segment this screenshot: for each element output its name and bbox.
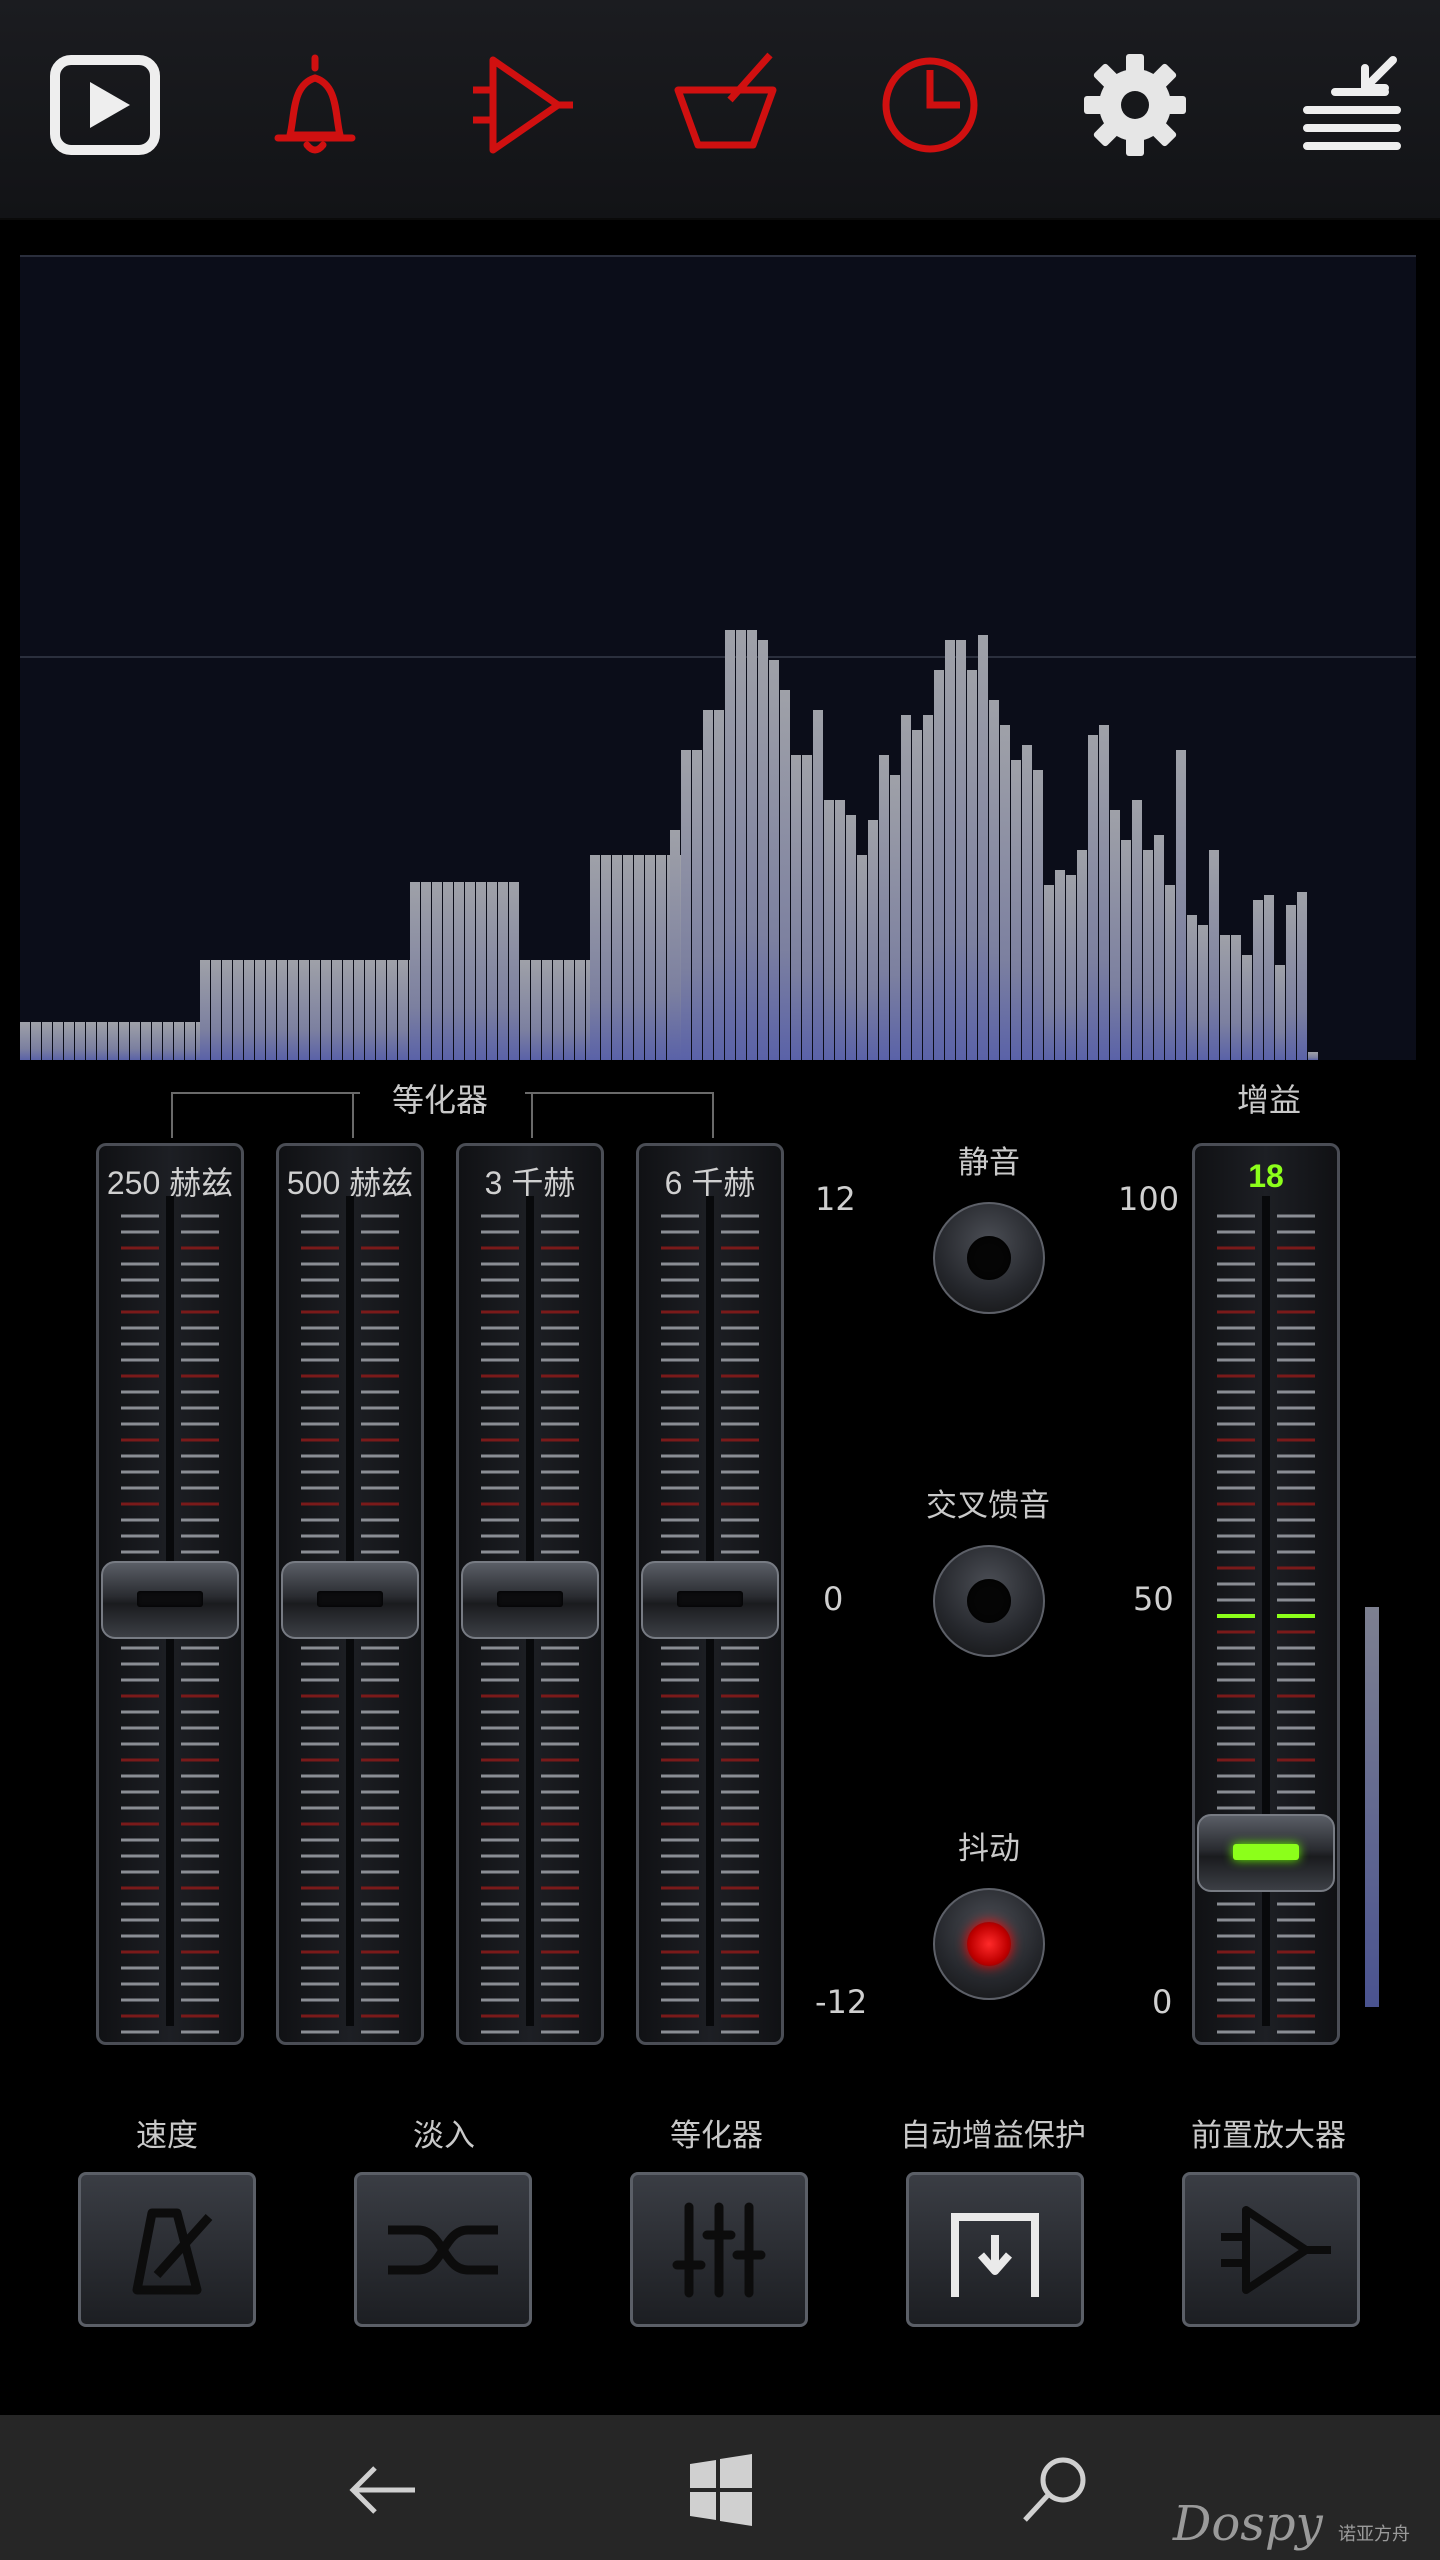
eq-slider-6khz[interactable]: 6 千赫 <box>636 1143 784 2045</box>
watermark: Dospy 诺亚方舟 <box>1173 2496 1410 2552</box>
dither-label: 抖动 <box>958 1831 1020 1867</box>
windows-icon[interactable] <box>680 2450 760 2530</box>
spectrum-analyzer <box>20 255 1416 1060</box>
top-toolbar <box>0 0 1440 220</box>
preamp-label: 前置放大器 <box>1191 2118 1346 2154</box>
eq-slider-3khz[interactable]: 3 千赫 <box>456 1143 604 2045</box>
watermark-sub: 诺亚方舟 <box>1338 2524 1410 2545</box>
preamp-button[interactable] <box>1182 2172 1360 2327</box>
crossfade-icon <box>388 2225 498 2274</box>
dither-toggle[interactable] <box>933 1888 1045 2000</box>
level-meter-fill <box>1365 1607 1379 2007</box>
gain-label: 增益 <box>1237 1081 1302 1119</box>
spectrum-bars <box>20 630 1416 1060</box>
gain-slider[interactable]: 18 <box>1192 1143 1340 2045</box>
level-meter <box>1365 1607 1379 2007</box>
slider-knob[interactable] <box>641 1561 779 1639</box>
equalizer-icon <box>672 2202 766 2297</box>
slider-ticks <box>1217 1196 1315 2034</box>
metronome-icon <box>132 2208 213 2294</box>
system-navbar: Dospy 诺亚方舟 <box>0 2415 1440 2560</box>
eq-scale-bottom: -12 <box>815 1983 868 2021</box>
tempo-button[interactable] <box>78 2172 256 2327</box>
menu-collapse-icon <box>1303 56 1401 150</box>
eq-scale-mid: 0 <box>823 1580 844 1618</box>
slider-knob[interactable] <box>101 1561 239 1639</box>
play-button[interactable] <box>35 40 175 170</box>
mute-label: 静音 <box>958 1145 1020 1181</box>
gain-scale-top: 100 <box>1118 1180 1180 1218</box>
gain-protect-button[interactable] <box>906 2172 1084 2327</box>
slider-knob[interactable] <box>461 1561 599 1639</box>
timer-icon <box>882 57 978 153</box>
eq-slider-250hz[interactable]: 250 赫兹 <box>96 1143 244 2045</box>
gear-icon <box>1084 54 1186 156</box>
collapse-menu-button[interactable] <box>1280 40 1420 170</box>
equalizer-button[interactable] <box>630 2172 808 2327</box>
gain-scale-bottom: 0 <box>1152 1983 1173 2021</box>
search-icon[interactable] <box>1015 2450 1095 2530</box>
preamp-icon <box>1221 2205 1331 2294</box>
eq-button-label: 等化器 <box>670 2118 763 2154</box>
fade-label: 淡入 <box>413 2118 475 2154</box>
watermark-brand: Dospy <box>1172 2496 1323 2552</box>
gain-protect-icon <box>951 2212 1039 2297</box>
play-icon <box>50 55 160 155</box>
eq-group-label: 等化器 <box>392 1081 489 1119</box>
crossfeed-toggle[interactable] <box>933 1545 1045 1657</box>
slider-knob[interactable] <box>281 1561 419 1639</box>
settings-button[interactable] <box>1065 40 1205 170</box>
bell-icon <box>274 54 356 154</box>
effects-button[interactable] <box>655 40 795 170</box>
alarm-button[interactable] <box>245 40 385 170</box>
crossfeed-label: 交叉馈音 <box>926 1488 1050 1524</box>
amplifier-icon <box>473 56 573 154</box>
mute-toggle[interactable] <box>933 1202 1045 1314</box>
fade-button[interactable] <box>354 2172 532 2327</box>
mortar-icon <box>674 52 777 149</box>
tempo-label: 速度 <box>136 2118 198 2154</box>
sleep-timer-button[interactable] <box>860 40 1000 170</box>
back-arrow-icon[interactable] <box>345 2450 425 2530</box>
eq-slider-500hz[interactable]: 500 赫兹 <box>276 1143 424 2045</box>
agc-label: 自动增益保护 <box>900 2118 1086 2154</box>
gain-scale-mid: 50 <box>1133 1580 1174 1618</box>
amplifier-button[interactable] <box>448 40 588 170</box>
eq-scale-top: 12 <box>815 1180 856 1218</box>
gain-knob[interactable] <box>1197 1814 1335 1892</box>
